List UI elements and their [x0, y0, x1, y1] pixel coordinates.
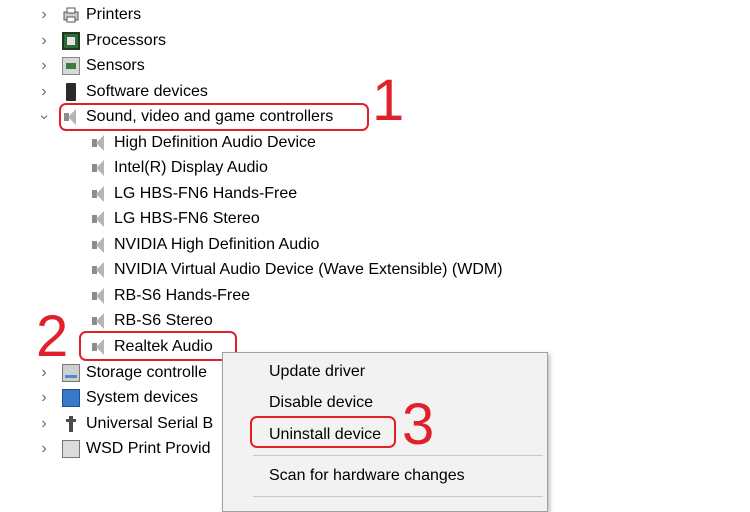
tree-child-item[interactable]: RB-S6 Hands-Free	[90, 284, 250, 308]
expand-chevron-icon[interactable]: ›	[36, 386, 52, 410]
tree-item-printers[interactable]: Printers	[62, 3, 141, 27]
tree-item-label: System devices	[86, 389, 199, 406]
menu-item-scan-hardware-changes[interactable]: Scan for hardware changes	[269, 467, 465, 485]
step-number-3: 3	[402, 392, 435, 457]
expand-chevron-icon[interactable]: ›	[36, 80, 52, 104]
tree-item-label: RB-S6 Hands-Free	[114, 287, 251, 304]
expand-chevron-icon[interactable]: ›	[36, 54, 52, 78]
tree-item-label: Storage controlle	[86, 364, 207, 381]
tree-item-system-devices[interactable]: System devices	[62, 386, 198, 410]
menu-item-disable-device[interactable]: Disable device	[269, 394, 373, 412]
collapse-chevron-icon[interactable]: ›	[32, 109, 56, 125]
tree-item-label: RB-S6 Stereo	[114, 312, 213, 329]
tree-item-processors[interactable]: Processors	[62, 29, 166, 53]
expand-chevron-icon[interactable]: ›	[36, 437, 52, 461]
highlight-box-1	[59, 103, 369, 131]
tree-child-item[interactable]: NVIDIA Virtual Audio Device (Wave Extens…	[90, 258, 503, 282]
tree-child-item[interactable]: High Definition Audio Device	[90, 131, 316, 155]
tree-item-label: LG HBS-FN6 Hands-Free	[114, 185, 298, 202]
menu-item-update-driver[interactable]: Update driver	[269, 363, 365, 381]
tree-child-item[interactable]: LG HBS-FN6 Hands-Free	[90, 182, 297, 206]
sensor-icon	[62, 57, 80, 75]
speaker-icon	[90, 185, 108, 203]
tree-item-label: High Definition Audio Device	[114, 134, 316, 151]
tree-item-label: Sensors	[86, 57, 145, 74]
tree-item-label: Printers	[86, 6, 142, 23]
speaker-icon	[90, 261, 108, 279]
step-number-2: 2	[36, 304, 69, 369]
highlight-box-2	[79, 331, 237, 361]
speaker-icon	[90, 287, 108, 305]
tree-item-label: Universal Serial B	[86, 415, 214, 432]
tree-child-item[interactable]: Intel(R) Display Audio	[90, 156, 268, 180]
menu-separator	[253, 496, 543, 497]
tree-item-label: LG HBS-FN6 Stereo	[114, 210, 260, 227]
tree-item-label: Intel(R) Display Audio	[114, 159, 268, 176]
tree-item-sensors[interactable]: Sensors	[62, 54, 145, 78]
expand-chevron-icon[interactable]: ›	[36, 412, 52, 436]
speaker-icon	[90, 159, 108, 177]
software-device-icon	[66, 83, 76, 101]
tree-child-item[interactable]: NVIDIA High Definition Audio	[90, 233, 319, 257]
expand-chevron-icon[interactable]: ›	[36, 3, 52, 27]
tree-item-label: WSD Print Provid	[86, 440, 211, 457]
wsd-printer-icon	[62, 440, 80, 458]
expand-chevron-icon[interactable]: ›	[36, 29, 52, 53]
speaker-icon	[90, 134, 108, 152]
tree-item-label: NVIDIA Virtual Audio Device (Wave Extens…	[114, 261, 503, 278]
tree-child-item[interactable]: RB-S6 Stereo	[90, 309, 213, 333]
menu-separator	[253, 455, 543, 456]
speaker-icon	[90, 312, 108, 330]
tree-child-item[interactable]: LG HBS-FN6 Stereo	[90, 207, 260, 231]
printer-icon	[62, 6, 80, 24]
tree-item-universal-serial-bus[interactable]: Universal Serial B	[62, 412, 213, 436]
tree-item-label: Processors	[86, 32, 167, 49]
tree-item-wsd-print-provider[interactable]: WSD Print Provid	[62, 437, 210, 461]
tree-item-label: NVIDIA High Definition Audio	[114, 236, 320, 253]
speaker-icon	[90, 236, 108, 254]
highlight-box-3	[250, 416, 396, 448]
step-number-1: 1	[372, 68, 405, 133]
system-icon	[62, 389, 80, 407]
speaker-icon	[90, 210, 108, 228]
tree-item-label: Software devices	[86, 83, 208, 100]
tree-item-software-devices[interactable]: Software devices	[62, 80, 208, 104]
tree-item-storage-controllers[interactable]: Storage controlle	[62, 361, 207, 385]
usb-icon	[62, 415, 80, 433]
processor-icon	[62, 32, 80, 50]
